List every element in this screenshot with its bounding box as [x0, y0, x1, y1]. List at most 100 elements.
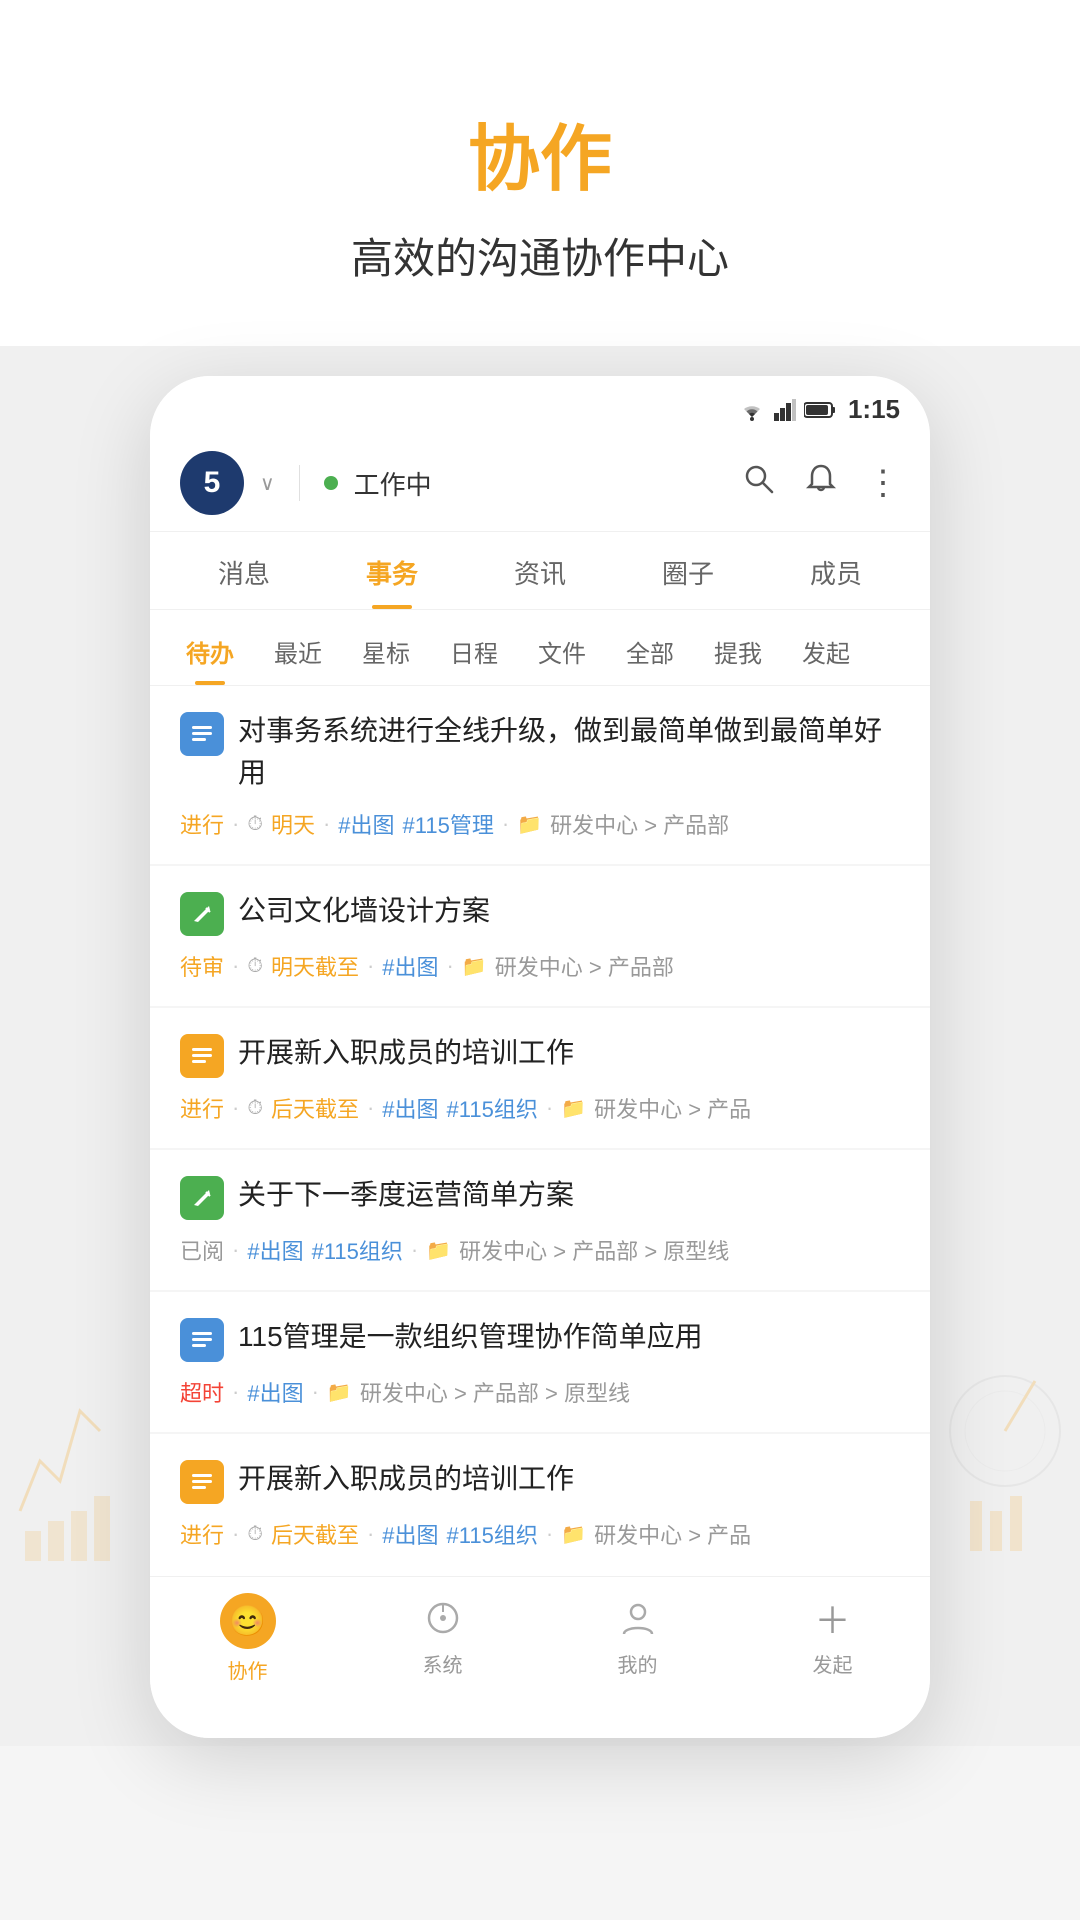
task-title: 公司文化墙设计方案: [238, 890, 490, 932]
create-label: 发起: [813, 1649, 853, 1678]
main-title: 协作: [40, 100, 1040, 205]
subtab-pending[interactable]: 待办: [170, 626, 250, 677]
app-header: 5 ∨ 工作中 ⋮: [150, 435, 930, 532]
avatar-badge[interactable]: 5: [180, 451, 244, 515]
phone-frame: 1:15 5 ∨ 工作中: [150, 376, 930, 1738]
tab-tasks[interactable]: 事务: [318, 532, 466, 609]
task-item[interactable]: 关于下一季度运营简单方案 已阅 · #出图 #115组织 · 📁 研发中心 > …: [150, 1150, 930, 1290]
subtab-files[interactable]: 文件: [522, 626, 602, 677]
task-status: 待审: [180, 950, 224, 982]
phone-wrapper: 1:15 5 ∨ 工作中: [0, 346, 1080, 1746]
collab-label: 协作: [228, 1655, 268, 1684]
task-path: 研发中心 > 产品部 > 原型线: [459, 1234, 729, 1266]
system-label: 系统: [423, 1649, 463, 1678]
task-status: 进行: [180, 808, 224, 840]
task-icon-orange: [180, 1460, 224, 1504]
header-divider: [299, 465, 300, 501]
subtab-starred[interactable]: 星标: [346, 626, 426, 677]
task-path: 研发中心 > 产品部: [550, 808, 729, 840]
task-tag1: #出图: [382, 1092, 438, 1124]
system-icon: [418, 1593, 468, 1643]
collab-icon: 😊: [220, 1593, 276, 1649]
wifi-icon: [738, 399, 766, 421]
task-icon-green: [180, 1176, 224, 1220]
tab-messages[interactable]: 消息: [170, 532, 318, 609]
time-icon: ⏱: [247, 1097, 263, 1120]
task-icon-blue: [180, 1318, 224, 1362]
task-tag1: #出图: [382, 950, 438, 982]
task-meta: 进行 · ⏱ 明天 · #出图 #115管理 · 📁 研发中心 > 产品部: [180, 808, 900, 840]
task-tag2: #115组织: [447, 1518, 538, 1550]
task-icon-orange: [180, 1034, 224, 1078]
task-status: 已阅: [180, 1234, 224, 1266]
time-icon: ⏱: [247, 813, 263, 836]
task-title: 115管理是一款组织管理协作简单应用: [238, 1316, 703, 1358]
task-status: 超时: [180, 1376, 224, 1408]
task-tag1: #出图: [382, 1518, 438, 1550]
nav-item-collab[interactable]: 😊 协作: [150, 1593, 345, 1684]
status-bar: 1:15: [150, 376, 930, 435]
task-tag1: #出图: [247, 1234, 303, 1266]
status-icons: [738, 399, 836, 421]
mine-icon: [613, 1593, 663, 1643]
task-meta: 进行 · ⏱ 后天截至 · #出图 #115组织 · 📁 研发中心 > 产品: [180, 1092, 900, 1124]
dropdown-arrow-icon[interactable]: ∨: [260, 471, 275, 496]
tab-news[interactable]: 资讯: [466, 532, 614, 609]
task-item[interactable]: 公司文化墙设计方案 待审 · ⏱ 明天截至 · #出图 · 📁 研发中心 > 产…: [150, 866, 930, 1006]
task-item[interactable]: 开展新入职成员的培训工作 进行 · ⏱ 后天截至 · #出图 #115组织 · …: [150, 1434, 930, 1574]
task-tag1: #出图: [247, 1376, 303, 1408]
battery-icon: [804, 401, 836, 419]
phone-bottom-bar: [150, 1708, 930, 1738]
header-actions: ⋮: [742, 462, 900, 505]
tab-circle[interactable]: 圈子: [614, 532, 762, 609]
task-title: 对事务系统进行全线升级，做到最简单做到最简单好用: [238, 710, 900, 794]
task-path: 研发中心 > 产品部: [495, 950, 674, 982]
task-tag2: #115组织: [447, 1092, 538, 1124]
time-icon: ⏱: [247, 955, 263, 978]
nav-item-mine[interactable]: 我的: [540, 1593, 735, 1684]
task-title: 关于下一季度运营简单方案: [238, 1174, 574, 1216]
nav-item-system[interactable]: 系统: [345, 1593, 540, 1684]
task-meta: 待审 · ⏱ 明天截至 · #出图 · 📁 研发中心 > 产品部: [180, 950, 900, 982]
task-item[interactable]: 115管理是一款组织管理协作简单应用 超时 · #出图 · 📁 研发中心 > 产…: [150, 1292, 930, 1432]
task-time: 后天截至: [271, 1092, 359, 1124]
subtab-recent[interactable]: 最近: [258, 626, 338, 677]
sub-tabs: 待办 最近 星标 日程 文件 全部 提我 发起: [150, 610, 930, 686]
task-item[interactable]: 对事务系统进行全线升级，做到最简单做到最简单好用 进行 · ⏱ 明天 · #出图…: [150, 686, 930, 864]
bottom-navigation: 😊 协作 系统: [150, 1576, 930, 1708]
mine-label: 我的: [618, 1649, 658, 1678]
notification-icon[interactable]: [804, 462, 838, 505]
task-path: 研发中心 > 产品: [594, 1092, 751, 1124]
task-tag2: #115管理: [403, 808, 494, 840]
tab-members[interactable]: 成员: [762, 532, 910, 609]
subtab-mention[interactable]: 提我: [698, 626, 778, 677]
task-title: 开展新入职成员的培训工作: [238, 1458, 574, 1500]
deco-chart-right: [940, 1301, 1070, 1626]
task-meta: 已阅 · #出图 #115组织 · 📁 研发中心 > 产品部 > 原型线: [180, 1234, 900, 1266]
task-meta: 进行 · ⏱ 后天截至 · #出图 #115组织 · 📁 研发中心 > 产品: [180, 1518, 900, 1550]
task-path: 研发中心 > 产品: [594, 1518, 751, 1550]
nav-tabs: 消息 事务 资讯 圈子 成员: [150, 532, 930, 610]
online-status-dot: [324, 476, 338, 490]
more-icon[interactable]: ⋮: [866, 463, 900, 503]
nav-item-create[interactable]: ＋ 发起: [735, 1593, 930, 1684]
task-status: 进行: [180, 1518, 224, 1550]
sub-title: 高效的沟通协作中心: [40, 225, 1040, 286]
task-path: 研发中心 > 产品部 > 原型线: [360, 1376, 630, 1408]
status-label: 工作中: [354, 465, 432, 502]
create-icon: ＋: [808, 1593, 858, 1643]
subtab-started[interactable]: 发起: [786, 626, 866, 677]
task-title: 开展新入职成员的培训工作: [238, 1032, 574, 1074]
task-tag1: #出图: [338, 808, 394, 840]
subtab-schedule[interactable]: 日程: [434, 626, 514, 677]
task-time: 后天截至: [271, 1518, 359, 1550]
deco-chart-left: [10, 1311, 120, 1596]
subtab-all[interactable]: 全部: [610, 626, 690, 677]
task-status: 进行: [180, 1092, 224, 1124]
task-time: 明天截至: [271, 950, 359, 982]
task-item[interactable]: 开展新入职成员的培训工作 进行 · ⏱ 后天截至 · #出图 #115组织 · …: [150, 1008, 930, 1148]
task-list: 对事务系统进行全线升级，做到最简单做到最简单好用 进行 · ⏱ 明天 · #出图…: [150, 686, 930, 1574]
task-time: 明天: [271, 808, 315, 840]
search-icon[interactable]: [742, 462, 776, 505]
task-icon-blue: [180, 712, 224, 756]
